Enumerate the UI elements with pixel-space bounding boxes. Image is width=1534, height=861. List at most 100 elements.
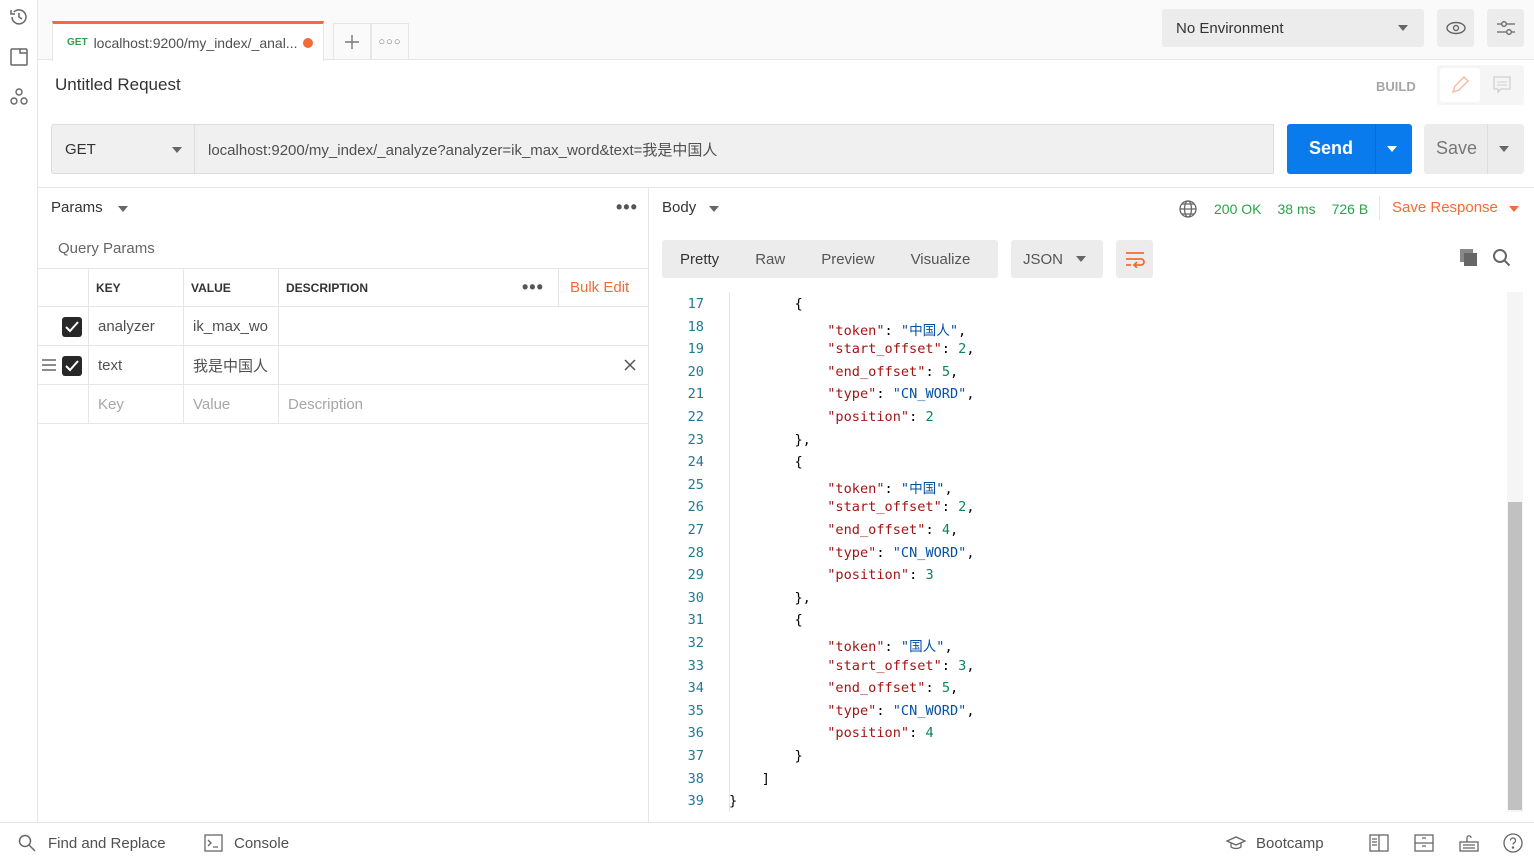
scrollbar-thumb[interactable] [1508, 502, 1522, 810]
param-value[interactable]: 我是中国人 [183, 346, 268, 384]
param-value[interactable]: ik_max_wo [183, 307, 268, 345]
code-line: "token": "中国人", [729, 319, 966, 339]
two-pane-view-icon[interactable] [1369, 833, 1389, 853]
build-mode-button[interactable] [1440, 68, 1480, 102]
line-number: 17 [687, 296, 704, 312]
line-number: 29 [687, 567, 704, 584]
line-number: 35 [687, 702, 704, 719]
query-params-title: Query Params [58, 240, 155, 257]
json-punctuation: : [909, 725, 926, 742]
collections-icon[interactable] [8, 46, 30, 68]
console-button[interactable]: Console [204, 834, 289, 852]
wrap-lines-button[interactable] [1116, 240, 1153, 278]
drag-handle-icon[interactable] [42, 359, 56, 371]
tab-raw[interactable]: Raw [737, 251, 803, 268]
save-button[interactable]: Save [1424, 124, 1524, 174]
json-punctuation: , [950, 680, 959, 697]
sliders-icon [1496, 21, 1515, 35]
divider [1379, 196, 1380, 220]
save-response-button[interactable]: Save Response [1392, 199, 1519, 216]
comments-button[interactable] [1482, 68, 1522, 102]
description-input[interactable]: Description [278, 385, 363, 423]
save-options-chevron-icon[interactable] [1499, 146, 1509, 152]
json-key: "type" [827, 702, 877, 719]
runner-icon[interactable] [1414, 833, 1434, 853]
json-key: "type" [827, 386, 877, 403]
history-icon[interactable] [8, 6, 30, 28]
json-key: "token" [827, 639, 885, 655]
json-punctuation [729, 725, 827, 741]
more-options-icon[interactable]: ••• [616, 197, 638, 218]
json-punctuation: ] [729, 770, 770, 787]
json-number: 4 [925, 725, 934, 742]
param-key[interactable]: text [88, 346, 122, 384]
send-button[interactable]: Send [1287, 124, 1412, 174]
graduation-cap-icon [1226, 836, 1246, 850]
json-string: "CN_WORD" [892, 702, 967, 719]
manage-environments-button[interactable] [1487, 9, 1524, 47]
url-input[interactable]: localhost:9200/my_index/_analyze?analyze… [194, 124, 1274, 174]
row-checkbox[interactable] [62, 317, 82, 337]
globe-icon[interactable] [1178, 199, 1198, 219]
value-input[interactable]: Value [183, 385, 230, 423]
json-key: "position" [827, 725, 910, 742]
code-line: "position": 4 [729, 725, 934, 742]
method-select[interactable]: GET [51, 124, 195, 174]
response-body-tab[interactable]: Body [662, 199, 719, 216]
json-punctuation: : [909, 567, 926, 584]
param-description[interactable] [278, 346, 288, 384]
save-response-label: Save Response [1392, 199, 1498, 216]
bulk-edit-link[interactable]: Bulk Edit [560, 269, 629, 306]
save-label: Save [1436, 138, 1478, 158]
format-select[interactable]: JSON [1011, 240, 1103, 278]
response-time[interactable]: 38 ms [1277, 201, 1315, 217]
environment-select[interactable]: No Environment [1162, 9, 1424, 47]
tab-preview[interactable]: Preview [803, 251, 892, 268]
send-options-chevron-icon[interactable] [1387, 146, 1397, 152]
response-code-editor[interactable]: 17 {18 "token": "中国人", 19 "start_offset":… [662, 292, 1507, 812]
tab-visualize[interactable]: Visualize [893, 251, 989, 268]
help-icon[interactable] [1503, 833, 1523, 853]
json-punctuation: , [966, 657, 975, 674]
comment-icon [1493, 76, 1511, 94]
code-line: ] [729, 771, 770, 787]
json-punctuation [729, 703, 827, 719]
bootcamp-button[interactable]: Bootcamp [1226, 834, 1324, 852]
json-punctuation: : [884, 639, 901, 655]
json-string: "中国人" [900, 322, 959, 339]
json-punctuation [729, 545, 827, 561]
keyboard-shortcuts-icon[interactable] [1459, 833, 1479, 853]
tab-pretty[interactable]: Pretty [662, 251, 737, 268]
json-punctuation [729, 386, 827, 402]
json-key: "start_offset" [827, 657, 942, 674]
new-tab-button[interactable] [333, 23, 371, 59]
apis-icon[interactable] [8, 86, 30, 108]
key-input[interactable]: Key [88, 385, 124, 423]
code-line: } [729, 748, 802, 764]
json-key: "type" [827, 544, 877, 561]
request-title[interactable]: Untitled Request [55, 75, 181, 95]
chevron-down-icon [1398, 25, 1408, 31]
row-checkbox[interactable] [62, 356, 82, 376]
status-code[interactable]: 200 OK [1214, 201, 1261, 217]
tab-options-button[interactable]: ○○○ [371, 23, 409, 59]
environment-quick-look-button[interactable] [1437, 9, 1474, 47]
column-options-icon[interactable]: ••• [522, 277, 544, 298]
copy-icon[interactable] [1459, 248, 1479, 268]
params-tab[interactable]: Params [51, 199, 128, 216]
pane-divider[interactable] [648, 187, 649, 822]
line-number: 19 [687, 341, 704, 358]
param-description[interactable] [278, 307, 288, 345]
json-punctuation: : [925, 680, 942, 697]
search-icon[interactable] [1492, 248, 1512, 268]
line-number: 24 [687, 454, 704, 471]
find-replace-button[interactable]: Find and Replace [18, 834, 166, 852]
code-line: "type": "CN_WORD", [729, 544, 974, 561]
param-key[interactable]: analyzer [88, 307, 155, 345]
line-number: 39 [687, 793, 704, 810]
response-size[interactable]: 726 B [1332, 201, 1369, 217]
json-punctuation [729, 481, 827, 497]
delete-row-icon[interactable] [624, 359, 636, 371]
request-tab[interactable]: GET localhost:9200/my_index/_anal... [52, 21, 324, 61]
json-number: 5 [941, 680, 950, 697]
